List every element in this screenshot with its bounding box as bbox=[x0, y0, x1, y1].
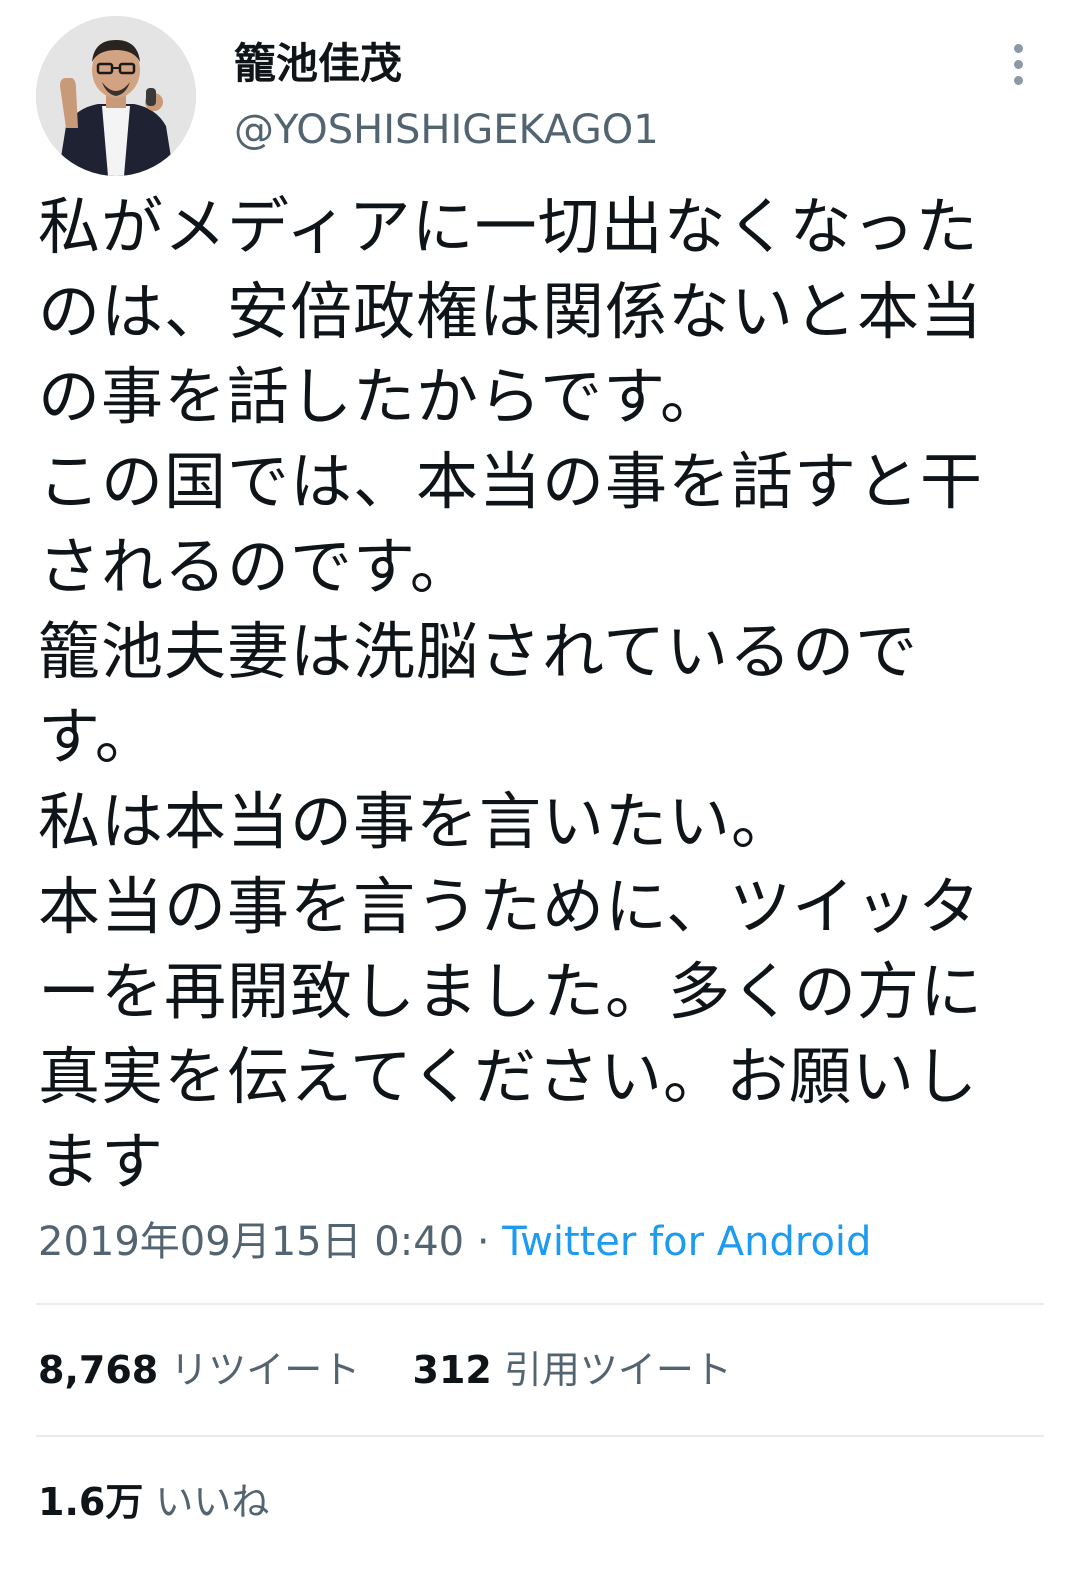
tweet-text-line: す。 bbox=[38, 700, 158, 773]
more-dot bbox=[1013, 59, 1023, 69]
tweet-source-link[interactable]: Twitter for Android bbox=[502, 1219, 871, 1265]
like-label: いいね bbox=[155, 1480, 270, 1524]
tweet-text-line: 私は本当の事を言いたい。 bbox=[38, 785, 795, 858]
divider bbox=[36, 1303, 1044, 1305]
divider bbox=[36, 1435, 1044, 1437]
likes-stat[interactable]: 1.6万 いいね bbox=[38, 1474, 269, 1530]
more-vertical-icon[interactable] bbox=[996, 38, 1040, 90]
tweet-text-line: 私がメディアに一切出なくなった bbox=[38, 190, 979, 263]
like-count: 1.6万 bbox=[38, 1480, 144, 1524]
likes-stats-row: 1.6万 いいね bbox=[38, 1474, 269, 1530]
engagement-stats-row: 8,768 リツイート 312 引用ツイート bbox=[38, 1342, 732, 1398]
tweet-text-line: のは、安倍政権は関係ないと本当 bbox=[38, 275, 984, 348]
quote-count: 312 bbox=[412, 1348, 492, 1392]
retweet-label: リツイート bbox=[170, 1348, 361, 1392]
tweet-text: 私がメディアに一切出なくなった のは、安倍政権は関係ないと本当 の事を話したから… bbox=[38, 184, 1048, 1204]
retweets-stat[interactable]: 8,768 リツイート bbox=[38, 1342, 360, 1398]
tweet-meta: 2019年09月15日 0:40 · Twitter for Android bbox=[38, 1214, 871, 1270]
tweet-text-line: されるのです。 bbox=[38, 530, 473, 603]
tweet-detail: 籠池佳茂 @YOSHISHIGEKAGO1 私がメディアに一切出なくなった のは… bbox=[0, 0, 1080, 1571]
tweet-text-line: ます bbox=[38, 1125, 165, 1198]
tweet-text-line: 籠池夫妻は洗脳されているので bbox=[38, 615, 919, 688]
author-handle[interactable]: @YOSHISHIGEKAGO1 bbox=[234, 104, 659, 156]
meta-separator: · bbox=[464, 1219, 503, 1265]
avatar[interactable] bbox=[36, 16, 196, 176]
quote-tweets-stat[interactable]: 312 引用ツイート bbox=[413, 1342, 732, 1398]
tweet-text-line: ーを再開致しました。多くの方に bbox=[38, 955, 984, 1028]
retweet-count: 8,768 bbox=[38, 1348, 159, 1392]
profile-photo bbox=[36, 16, 196, 176]
tweet-text-line: 本当の事を言うために、ツイッタ bbox=[38, 870, 982, 943]
author-display-name[interactable]: 籠池佳茂 bbox=[234, 38, 402, 90]
tweet-text-line: の事を話したからです。 bbox=[38, 360, 723, 433]
tweet-timestamp[interactable]: 2019年09月15日 0:40 bbox=[38, 1219, 464, 1265]
more-dot bbox=[1013, 43, 1023, 53]
tweet-text-line: この国では、本当の事を話すと干 bbox=[38, 445, 984, 518]
tweet-text-line: 真実を伝えてください。お願いし bbox=[38, 1040, 979, 1113]
quote-label: 引用ツイート bbox=[503, 1348, 732, 1392]
more-dot bbox=[1013, 75, 1023, 85]
